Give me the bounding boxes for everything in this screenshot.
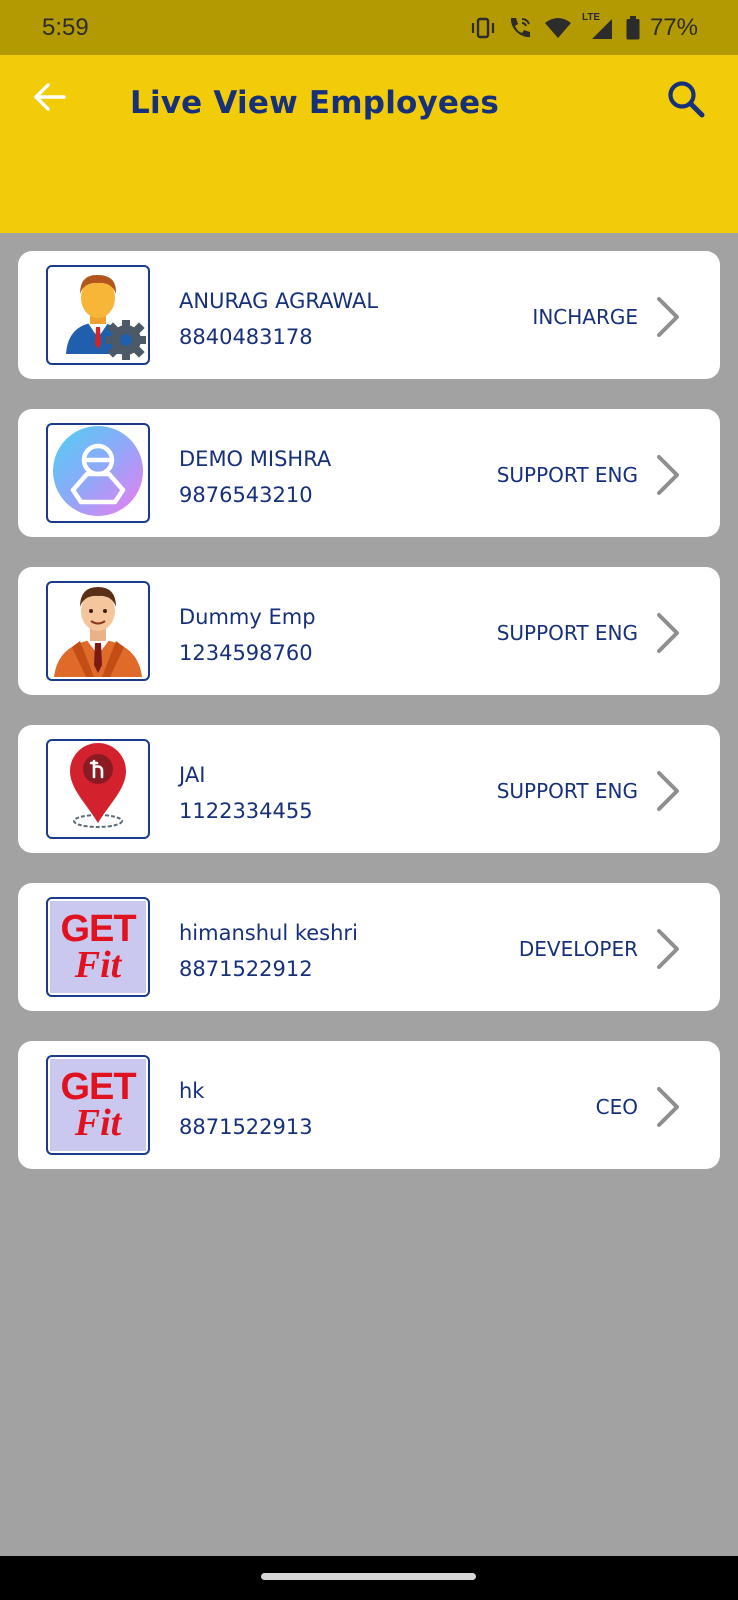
employee-role: DEVELOPER [518, 937, 638, 961]
employee-name: ANURAG AGRAWAL [179, 289, 379, 313]
chevron-right-icon [654, 769, 682, 813]
employee-role: SUPPORT ENG [496, 463, 638, 487]
employee-card[interactable]: DEMO MISHRA 9876543210 SUPPORT ENG [18, 409, 720, 537]
getfit-logo-avatar: GET Fit [50, 901, 146, 993]
employee-card[interactable]: Dummy Emp 1234598760 SUPPORT ENG [18, 567, 720, 695]
getfit-logo-text-top: GET [60, 908, 136, 950]
employee-role: INCHARGE [532, 305, 638, 329]
employee-phone: 8871522912 [179, 957, 313, 981]
employee-avatar: GET Fit [46, 1055, 150, 1155]
employee-role: SUPPORT ENG [496, 779, 638, 803]
getfit-logo-avatar: GET Fit [50, 1059, 146, 1151]
lte-signal-icon: LTE [582, 12, 616, 41]
chevron-right-icon [654, 1085, 682, 1129]
location-pin-avatar-icon [50, 741, 146, 837]
employee-phone: 1234598760 [179, 641, 313, 665]
employee-card[interactable]: GET Fit himanshul keshri 8871522912 DEVE… [18, 883, 720, 1011]
employee-avatar: GET Fit [46, 897, 150, 997]
status-time: 5:59 [42, 13, 89, 41]
person-gradient-avatar-icon [51, 425, 145, 521]
battery-percentage: 77% [649, 13, 698, 41]
getfit-logo-text-bottom: Fit [74, 1102, 122, 1144]
employee-card[interactable]: JAI 1122334455 SUPPORT ENG [18, 725, 720, 853]
getfit-logo-text-bottom: Fit [74, 944, 122, 986]
employee-name: DEMO MISHRA [179, 447, 332, 471]
search-icon [666, 79, 706, 123]
employee-name: JAI [179, 763, 206, 787]
employee-role: CEO [595, 1095, 638, 1119]
employee-phone: 8840483178 [179, 325, 313, 349]
employee-avatar [46, 423, 150, 523]
employee-name: Dummy Emp [179, 605, 316, 629]
employee-avatar [46, 581, 150, 681]
page-title: Live View Employees [130, 85, 500, 121]
getfit-logo-text-top: GET [60, 1066, 136, 1108]
employee-card[interactable]: ANURAG AGRAWAL 8840483178 INCHARGE [18, 251, 720, 379]
chevron-right-icon [654, 927, 682, 971]
status-icons: LTE 77% [470, 12, 698, 42]
employee-name: hk [179, 1079, 205, 1103]
back-button[interactable] [28, 77, 72, 121]
search-button[interactable] [662, 77, 710, 125]
employee-phone: 9876543210 [179, 483, 313, 507]
app-bar: Live View Employees [0, 55, 738, 233]
employee-avatar [46, 265, 150, 365]
chevron-right-icon [654, 611, 682, 655]
status-bar: 5:59 LTE 77% [0, 0, 738, 55]
arrow-left-icon [33, 82, 67, 116]
employee-card[interactable]: GET Fit hk 8871522913 CEO [18, 1041, 720, 1169]
employee-list: ANURAG AGRAWAL 8840483178 INCHARGE DEMO … [18, 251, 720, 1199]
employee-name: himanshul keshri [179, 921, 358, 945]
employee-avatar [46, 739, 150, 839]
employee-phone: 1122334455 [179, 799, 313, 823]
system-navigation-bar [0, 1556, 738, 1600]
manager-gear-avatar-icon [50, 267, 146, 363]
wifi-calling-icon [506, 15, 534, 41]
wifi-icon [544, 17, 572, 39]
vibrate-icon [470, 17, 496, 39]
chevron-right-icon [654, 295, 682, 339]
battery-icon [626, 15, 640, 40]
employee-role: SUPPORT ENG [496, 621, 638, 645]
home-gesture-handle[interactable] [261, 1573, 476, 1580]
businessman-avatar-icon [50, 583, 146, 679]
employee-phone: 8871522913 [179, 1115, 313, 1139]
chevron-right-icon [654, 453, 682, 497]
